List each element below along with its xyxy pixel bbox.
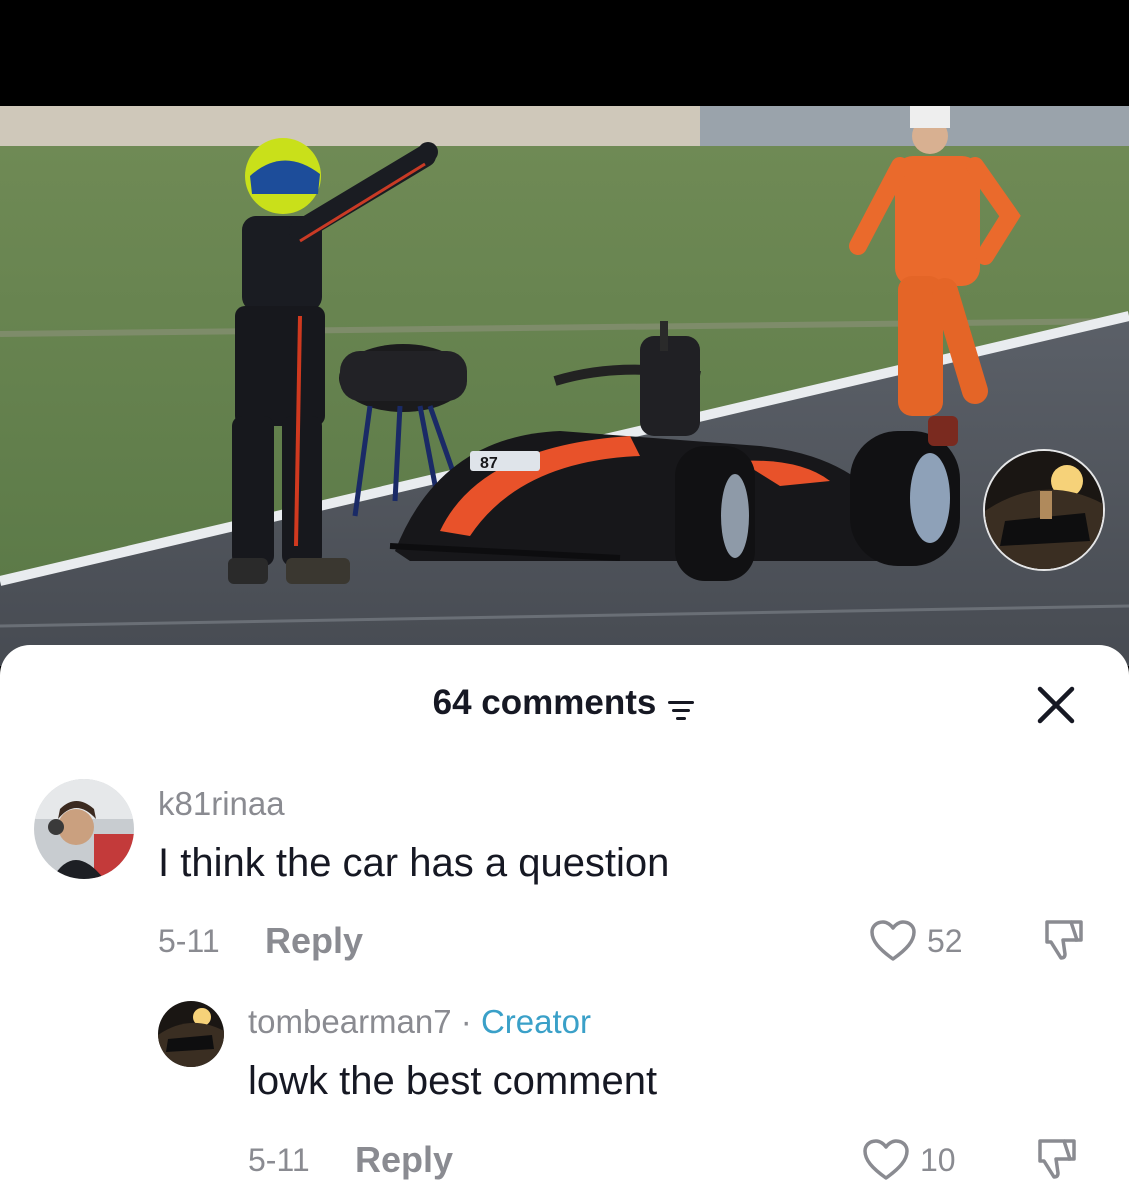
comment-date: 5-11	[158, 923, 220, 959]
thumbs-down-icon	[1038, 1139, 1076, 1179]
reply-item: tombearman7 · Creator lowk the best comm…	[0, 995, 1129, 1200]
separator-dot: ·	[460, 1003, 472, 1040]
car-number: 87	[480, 455, 498, 472]
commenter-avatar[interactable]	[34, 779, 134, 879]
dislike-button[interactable]	[1037, 918, 1085, 962]
close-button[interactable]	[1034, 683, 1078, 727]
video-frame: 87	[0, 106, 1129, 666]
like-button[interactable]: 10	[862, 1138, 956, 1182]
filter-icon	[666, 691, 696, 720]
dislike-button[interactable]	[1030, 1137, 1078, 1181]
avatar-image	[34, 779, 134, 879]
comment-username[interactable]: k81rinaa	[158, 785, 285, 823]
reply-button[interactable]: Reply	[265, 920, 363, 962]
like-count: 10	[920, 1141, 956, 1178]
reply-username-line: tombearman7 · Creator	[248, 1003, 591, 1041]
top-black-bar	[0, 0, 1129, 106]
comments-count: 64 comments	[432, 683, 657, 722]
sort-comments-button[interactable]: 64 comments	[433, 683, 697, 723]
heart-icon	[870, 920, 916, 961]
profile-photo	[985, 451, 1103, 569]
comment-text: I think the car has a question	[158, 841, 670, 885]
comments-header: 64 comments	[0, 645, 1129, 755]
reply-button[interactable]: Reply	[355, 1139, 453, 1181]
comments-sheet: 64 comments k81rinaa I think the car has…	[0, 645, 1129, 1200]
avatar-image	[158, 1001, 224, 1067]
close-icon	[1037, 686, 1075, 724]
reply-text: lowk the best comment	[248, 1059, 658, 1103]
creator-profile-avatar[interactable]	[983, 449, 1105, 571]
comment-item: k81rinaa I think the car has a question …	[0, 775, 1129, 985]
reply-date: 5-11	[248, 1142, 310, 1178]
heart-icon	[863, 1139, 909, 1180]
like-button[interactable]: 52	[869, 919, 963, 963]
creator-badge: Creator	[480, 1003, 591, 1040]
thumbs-down-icon	[1045, 920, 1083, 960]
like-count: 52	[927, 922, 963, 959]
comments-count-wrap: 64 comments	[0, 683, 1129, 723]
video-player[interactable]: 87	[0, 106, 1129, 666]
reply-username[interactable]: tombearman7	[248, 1003, 452, 1040]
creator-avatar[interactable]	[158, 1001, 224, 1067]
